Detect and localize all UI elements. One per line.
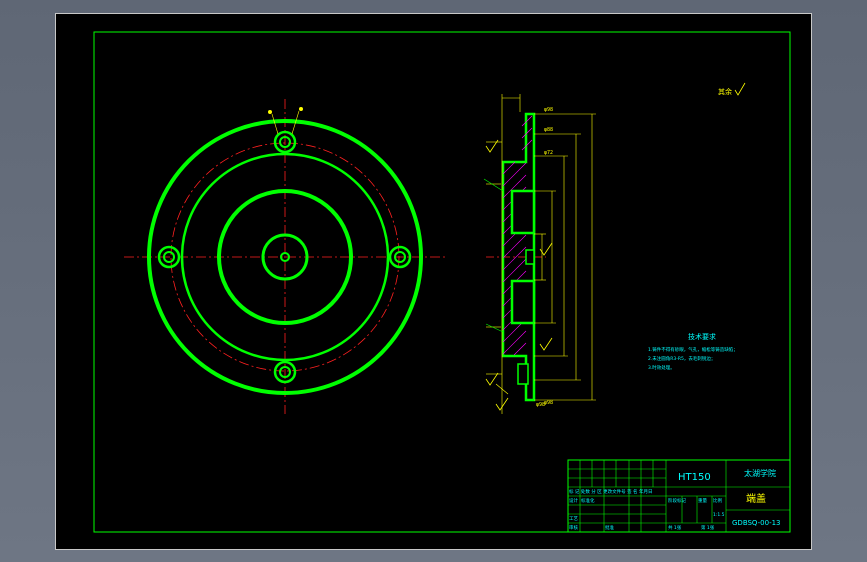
- svg-text:工艺: 工艺: [569, 516, 578, 522]
- svg-text:3.时效处理。: 3.时效处理。: [648, 364, 675, 371]
- title-block: HT150 太湖学院 端盖 GDBSQ-00-13 标 记 处数 分 区 更改文…: [567, 459, 791, 533]
- svg-text:φ98: φ98: [544, 107, 553, 113]
- svg-text:标 记 处数 分 区 更改文件号 签 名 年月日: 标 记 处数 分 区 更改文件号 签 名 年月日: [569, 488, 652, 495]
- svg-text:共 1张: 共 1张: [668, 524, 682, 531]
- svg-text:设计: 设计: [569, 497, 578, 504]
- svg-text:1.铸件不得有砂眼，气孔，缩松等铸造缺陷；: 1.铸件不得有砂眼，气孔，缩松等铸造缺陷；: [648, 346, 738, 353]
- svg-text:审核: 审核: [569, 524, 578, 531]
- surface-finish-note: 其余: [718, 82, 746, 96]
- svg-text:标准化: 标准化: [581, 497, 595, 504]
- drawing-frame: [93, 31, 791, 533]
- svg-text:技术要求: 技术要求: [688, 332, 716, 341]
- section-view: φ98φ88 φ72φ98 φ98: [483, 94, 596, 414]
- drawing-canvas: φ98φ88 φ72φ98 φ98 其余 技术要求 1.铸件不得有砂眼，气孔，缩…: [93, 31, 791, 533]
- svg-text:阶段标记: 阶段标记: [668, 497, 686, 504]
- svg-text:第 1张: 第 1张: [701, 524, 715, 531]
- front-view: [124, 99, 446, 414]
- svg-text:HT150: HT150: [678, 472, 711, 483]
- svg-text:其余: 其余: [718, 87, 732, 96]
- svg-text:2.未注圆角R3-R5，去毛刺锐边；: 2.未注圆角R3-R5，去毛刺锐边；: [648, 355, 715, 362]
- svg-text:φ98: φ98: [544, 400, 553, 406]
- cad-viewport[interactable]: φ98 φ88 φ72 φ98 φ98 其余 技术要求 1.铸件不得有砂眼，气孔，缩…: [55, 13, 812, 550]
- svg-text:比例: 比例: [713, 497, 722, 504]
- svg-text:重量: 重量: [698, 497, 707, 504]
- svg-text:太湖学院: 太湖学院: [744, 468, 776, 478]
- svg-text:φ88: φ88: [544, 127, 553, 133]
- svg-text:批准: 批准: [605, 524, 614, 531]
- svg-text:φ72: φ72: [544, 150, 553, 156]
- svg-text:GDBSQ-00-13: GDBSQ-00-13: [732, 519, 781, 527]
- svg-text:端盖: 端盖: [746, 492, 766, 505]
- svg-text:1:1.5: 1:1.5: [713, 512, 725, 518]
- technical-requirements: 技术要求 1.铸件不得有砂眼，气孔，缩松等铸造缺陷； 2.未注圆角R3-R5，去…: [648, 332, 738, 371]
